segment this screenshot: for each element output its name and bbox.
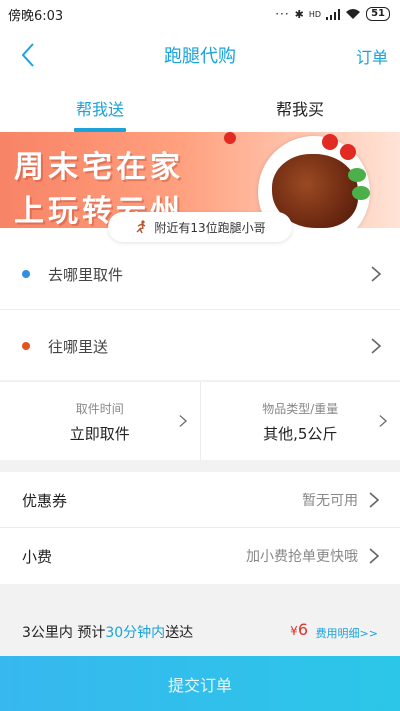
pickup-time-selector[interactable]: 取件时间 立即取件 [0,382,200,460]
pickup-address-row[interactable]: 去哪里取件 [0,236,400,312]
status-bar: 傍晚6:03 ··· ✱ HD 51 [0,0,400,28]
chevron-right-icon [371,266,382,282]
banner-headline-1: 周末宅在家 [14,150,184,185]
dropoff-address-row[interactable]: 往哪里送 [0,308,400,384]
tab-bar: 帮我送 帮我买 [0,82,400,132]
order-meta-card: 取件时间 立即取件 物品类型/重量 其他,5公斤 [0,382,400,460]
page-title: 跑腿代购 [164,46,236,67]
delivery-estimate: 3公里内 预计30分钟内送达 [22,622,193,642]
nearby-couriers-badge: 附近有13位跑腿小哥 [108,212,292,242]
address-card: 去哪里取件 往哪里送 [0,228,400,380]
submit-order-button[interactable]: 提交订单 [0,656,400,711]
more-dots-icon: ··· [275,7,290,21]
item-type-value: 其他,5公斤 [263,425,338,443]
item-type-selector[interactable]: 物品类型/重量 其他,5公斤 [199,382,400,460]
wifi-icon [346,9,361,19]
dropoff-address-placeholder: 往哪里送 [48,337,109,356]
banner-tomato-image [224,132,236,144]
banner-leaf-image [348,168,366,182]
price-value: 6 [297,620,308,639]
pickup-time-value: 立即取件 [69,425,130,443]
status-icons: ··· ✱ HD 51 [275,7,390,21]
dropoff-dot-icon [22,342,30,350]
chevron-right-icon [369,548,380,564]
chevron-right-icon [379,415,388,427]
chevron-right-icon [369,492,380,508]
coupon-label: 优惠券 [22,491,68,510]
coupon-row[interactable]: 优惠券 暂无可用 [0,472,400,528]
tip-row[interactable]: 小费 加小费抢单更快哦 [0,528,400,584]
currency-symbol: ¥ [290,624,298,638]
eta-text: 30分钟内 [105,625,166,641]
banner-leaf-image [352,186,370,200]
eta-suffix: 送达 [165,625,194,641]
nav-bar: 跑腿代购 订单 [0,28,400,82]
distance-text: 3公里内 预计 [22,625,106,641]
pickup-dot-icon [22,270,30,278]
tab-buy-for-me[interactable]: 帮我买 [200,82,400,132]
battery-icon: 51 [366,7,390,21]
fee-details-link[interactable]: 费用明细>> [316,625,378,641]
coupon-value: 暂无可用 [302,493,358,509]
tip-label: 小费 [22,547,53,566]
chevron-right-icon [371,338,382,354]
pickup-address-placeholder: 去哪里取件 [48,265,124,284]
order-options-card: 优惠券 暂无可用 小费 加小费抢单更快哦 [0,472,400,584]
tip-value: 加小费抢单更快哦 [246,549,358,565]
runner-icon [136,220,146,234]
signal-icon [326,8,341,20]
order-summary-bar: 3公里内 预计30分钟内送达 ¥6 费用明细>> [0,608,400,656]
network-label: HD [308,9,322,19]
banner-tomato-image [340,144,356,160]
chevron-right-icon [178,415,187,427]
orders-link[interactable]: 订单 [356,44,388,68]
banner-tomato-image [322,134,338,150]
item-type-label: 物品类型/重量 [262,402,339,416]
pickup-time-label: 取件时间 [75,402,124,416]
bluetooth-icon: ✱ [294,7,304,21]
price: ¥6 [290,620,308,639]
tab-send-for-me[interactable]: 帮我送 [0,82,200,132]
chevron-left-icon[interactable] [14,40,44,70]
nearby-couriers-text: 附近有13位跑腿小哥 [154,220,266,235]
status-time: 傍晚6:03 [8,8,64,24]
